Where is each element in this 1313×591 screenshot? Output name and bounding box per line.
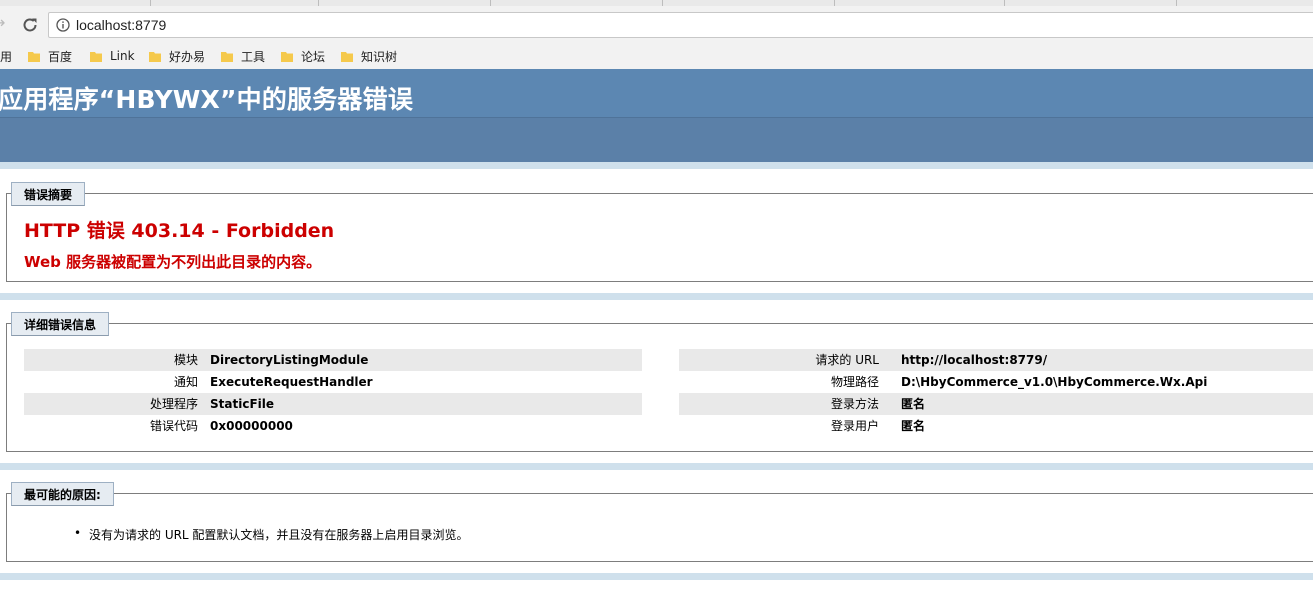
detail-label: 登录方法 — [830, 397, 879, 411]
detail-row-physical-path: 物理路径 D:\HbyCommerce_v1.0\HbyCommerce.Wx.… — [679, 371, 1313, 393]
detail-value: StaticFile — [210, 397, 275, 411]
detail-value: 匿名 — [901, 397, 926, 411]
bookmark-forum[interactable]: 论坛 — [281, 48, 325, 64]
detail-row-notification: 通知 ExecuteRequestHandler — [24, 371, 642, 393]
bookmark-label: 论坛 — [301, 49, 326, 64]
info-icon[interactable] — [56, 18, 70, 32]
url-text[interactable]: localhost:8779 — [76, 17, 166, 33]
folder-icon — [281, 51, 293, 62]
detail-row-module: 模块 DirectoryListingModule — [24, 349, 642, 371]
detail-value: 0x00000000 — [210, 419, 293, 433]
error-details-section: 详细错误信息 模块 DirectoryListingModule 通知 Exec… — [6, 312, 1313, 452]
detail-value: D:\HbyCommerce_v1.0\HbyCommerce.Wx.Api — [901, 375, 1208, 389]
error-summary-section: 错误摘要 HTTP 错误 403.14 - Forbidden Web 服务器被… — [6, 182, 1313, 282]
page-title: 应用程序“HBYWX”中的服务器错误 — [0, 85, 414, 114]
bookmark-baidu[interactable]: 百度 — [28, 48, 72, 64]
bookmark-link[interactable]: Link — [90, 48, 135, 64]
detail-label: 模块 — [173, 353, 198, 367]
header-banner-lower — [0, 117, 1313, 163]
section-divider — [0, 573, 1313, 580]
detail-label: 物理路径 — [830, 375, 879, 389]
cause-item: 没有为请求的 URL 配置默认文档，并且没有在服务器上启用目录浏览。 — [74, 526, 468, 543]
detail-label: 请求的 URL — [815, 353, 879, 367]
detail-value: DirectoryListingModule — [210, 353, 369, 367]
detail-label: 错误代码 — [149, 419, 198, 433]
bookmark-tools[interactable]: 工具 — [221, 48, 265, 64]
folder-icon — [149, 51, 161, 62]
browser-toolbar: → localhost:8779 — [0, 6, 1313, 42]
bookmark-label: 工具 — [241, 49, 266, 64]
folder-icon — [90, 51, 102, 62]
likely-causes-legend: 最可能的原因: — [11, 482, 114, 506]
reload-icon[interactable] — [20, 15, 40, 35]
detail-value: ExecuteRequestHandler — [210, 375, 373, 389]
detail-row-handler: 处理程序 StaticFile — [24, 393, 642, 415]
error-subtitle: Web 服务器被配置为不列出此目录的内容。 — [24, 253, 322, 271]
bookmark-label: Link — [110, 49, 135, 63]
error-summary-legend: 错误摘要 — [11, 182, 86, 206]
section-divider — [0, 293, 1313, 300]
detail-label: 登录用户 — [830, 419, 879, 433]
folder-icon — [221, 51, 233, 62]
detail-value: http://localhost:8779/ — [901, 353, 1048, 367]
folder-icon — [341, 51, 353, 62]
detail-label: 通知 — [173, 375, 198, 389]
detail-row-request-url: 请求的 URL http://localhost:8779/ — [679, 349, 1313, 371]
detail-row-logon-method: 登录方法 匿名 — [679, 393, 1313, 415]
bookmark-haobanyi[interactable]: 好办易 — [149, 48, 205, 64]
folder-icon — [28, 51, 40, 62]
bookmark-label: 百度 — [48, 49, 73, 64]
bookmark-apps[interactable]: 应用 — [0, 48, 12, 65]
section-divider — [0, 162, 1313, 169]
detail-row-logon-user: 登录用户 匿名 — [679, 415, 1313, 437]
bookmark-label: 知识树 — [361, 49, 398, 64]
header-banner: 应用程序“HBYWX”中的服务器错误 — [0, 69, 1313, 117]
bookmark-knowledge-tree[interactable]: 知识树 — [341, 48, 397, 64]
address-bar[interactable]: localhost:8779 — [48, 12, 1313, 38]
error-details-legend: 详细错误信息 — [11, 312, 110, 336]
detail-value: 匿名 — [901, 419, 926, 433]
back-arrow-icon[interactable]: → — [0, 15, 8, 31]
error-title: HTTP 错误 403.14 - Forbidden — [24, 220, 335, 242]
detail-row-error-code: 错误代码 0x00000000 — [24, 415, 642, 437]
likely-causes-section: 最可能的原因: 没有为请求的 URL 配置默认文档，并且没有在服务器上启用目录浏… — [6, 482, 1313, 562]
detail-label: 处理程序 — [149, 397, 198, 411]
bookmark-label: 好办易 — [169, 49, 206, 64]
section-divider — [0, 463, 1313, 470]
bookmarks-bar: 应用 百度 Link 好办易 工具 论坛 知识树 — [0, 42, 1313, 70]
